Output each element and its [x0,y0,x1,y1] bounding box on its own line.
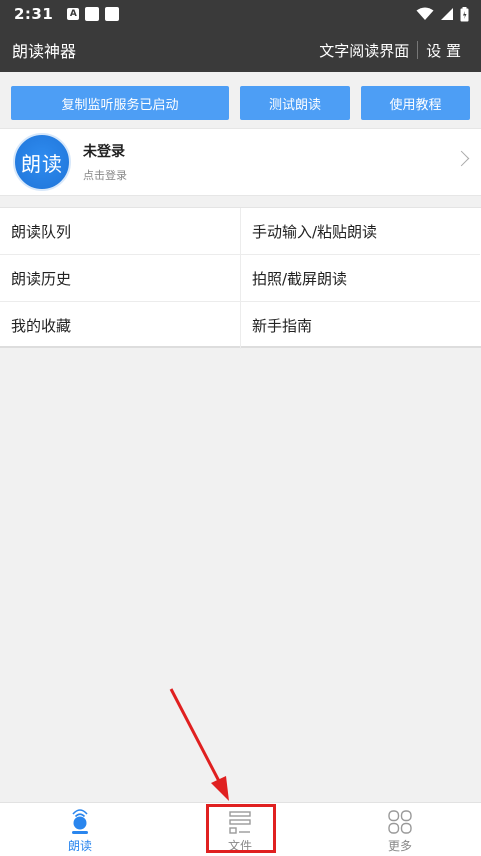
action-button-row: 复制监听服务已启动 测试朗读 使用教程 [0,86,481,120]
speaker-mic-icon [72,808,88,834]
notification-square-icon [105,7,120,21]
notification-square-icon [85,7,100,21]
test-reading-button[interactable]: 测试朗读 [240,86,350,120]
status-bar: 2:31 A [0,0,481,28]
tab-reading[interactable]: 朗读 [0,803,160,856]
battery-icon [460,6,469,21]
feature-menu-grid: 朗读队列 手动输入/粘贴朗读 朗读历史 拍照/截屏朗读 我的收藏 新手指南 [0,207,481,349]
avatar: 朗读 [13,133,71,191]
signal-icon [441,8,453,20]
profile-name: 未登录 [83,144,125,160]
profile-subtitle: 点击登录 [83,169,127,182]
app-title: 朗读神器 [12,42,77,61]
tab-label: 朗读 [67,838,92,853]
login-profile-row[interactable]: 朗读 未登录 点击登录 [0,128,481,196]
status-time: 2:31 [14,5,54,23]
menu-item-reading-queue[interactable]: 朗读队列 [0,208,240,255]
chevron-right-icon [453,150,470,167]
menu-item-reading-history[interactable]: 朗读历史 [0,255,240,302]
accessibility-notification-icon: A [67,8,80,20]
notification-icons: A [67,7,120,21]
menu-item-beginner-guide[interactable]: 新手指南 [240,302,480,349]
grid-more-icon [388,809,412,834]
status-right-icons [416,6,469,22]
clipboard-monitor-button[interactable]: 复制监听服务已启动 [11,86,229,120]
menu-item-photo-screenshot[interactable]: 拍照/截屏朗读 [240,255,480,302]
settings-button[interactable]: 设 置 [418,40,469,61]
menu-item-favorites[interactable]: 我的收藏 [0,302,240,349]
annotation-highlight-box [206,804,276,853]
text-reading-view-button[interactable]: 文字阅读界面 [311,40,417,61]
menu-item-manual-input[interactable]: 手动输入/粘贴朗读 [240,208,480,255]
tab-more[interactable]: 更多 [320,803,480,856]
tutorial-button[interactable]: 使用教程 [361,86,470,120]
app-bar: 朗读神器 文字阅读界面 设 置 [0,28,481,72]
wifi-icon [416,7,434,20]
tab-label: 更多 [387,838,412,853]
